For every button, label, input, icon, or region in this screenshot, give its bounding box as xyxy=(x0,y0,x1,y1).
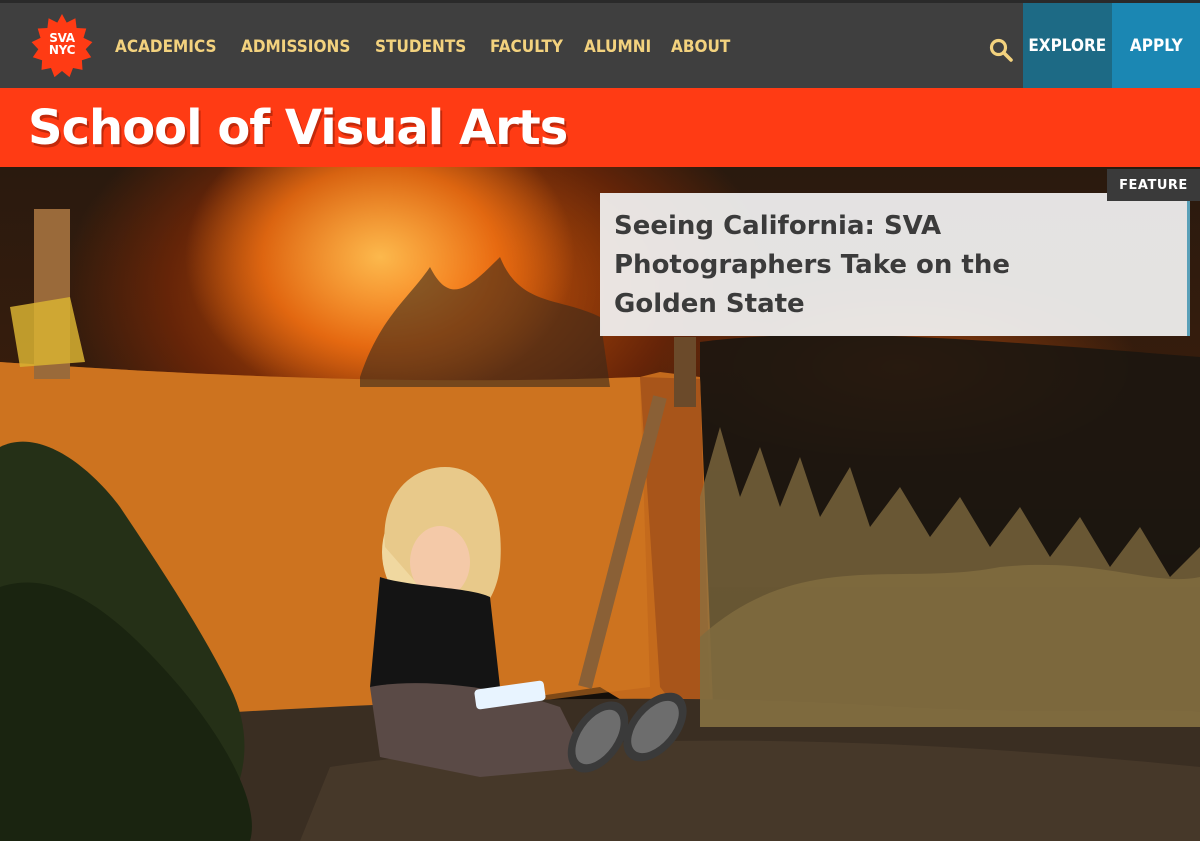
nav-about[interactable]: ABOUT xyxy=(671,37,730,57)
search-icon xyxy=(989,38,1013,62)
explore-label: EXPLORE xyxy=(1028,35,1107,56)
nav-admissions[interactable]: ADMISSIONS xyxy=(241,37,350,57)
search-button[interactable] xyxy=(988,37,1016,65)
top-nav-bar: SVA NYC ACADEMICS ADMISSIONS STUDENTS FA… xyxy=(0,0,1200,88)
site-title-band: School of Visual Arts xyxy=(0,88,1200,167)
feature-title[interactable]: Seeing California: SVA Photographers Tak… xyxy=(614,207,1074,324)
logo-line-2: NYC xyxy=(48,43,76,57)
nav-faculty[interactable]: FACULTY xyxy=(490,37,563,57)
site-title[interactable]: School of Visual Arts xyxy=(28,100,568,156)
feature-card[interactable]: Seeing California: SVA Photographers Tak… xyxy=(600,193,1190,336)
nav-students[interactable]: STUDENTS xyxy=(375,37,466,57)
nav-academics[interactable]: ACADEMICS xyxy=(115,37,217,57)
sva-nyc-logo[interactable]: SVA NYC xyxy=(30,14,94,78)
main-nav: ACADEMICS ADMISSIONS STUDENTS FACULTY AL… xyxy=(115,37,737,57)
explore-button[interactable]: EXPLORE xyxy=(1023,3,1112,88)
apply-label: APPLY xyxy=(1129,35,1183,56)
feature-tag: FEATURE xyxy=(1107,169,1200,201)
apply-button[interactable]: APPLY xyxy=(1112,3,1200,88)
logo-wordmark: SVA NYC xyxy=(30,32,94,56)
nav-alumni[interactable]: ALUMNI xyxy=(584,37,651,57)
hero-feature[interactable]: Seeing California: SVA Photographers Tak… xyxy=(0,167,1200,841)
